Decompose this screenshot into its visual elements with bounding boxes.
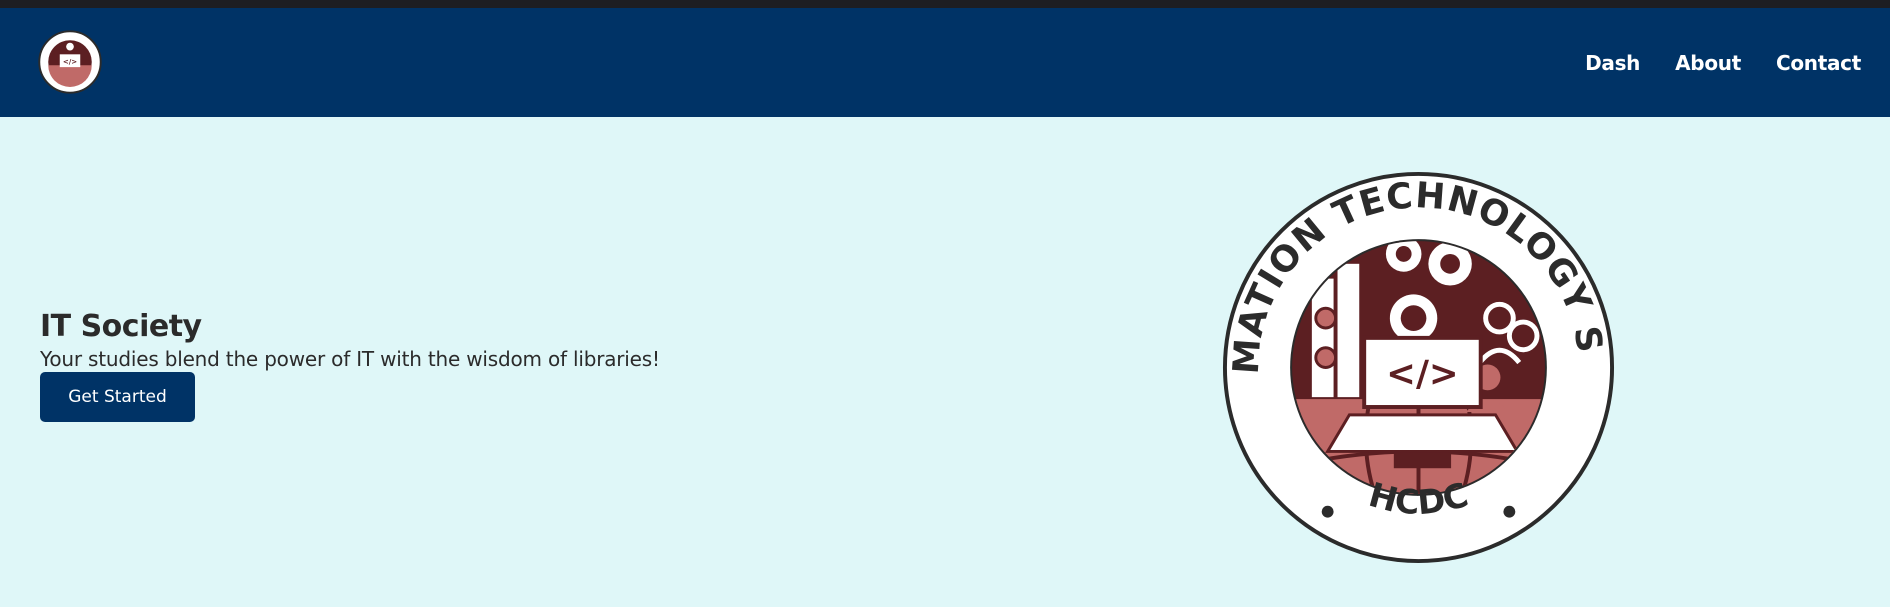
it-society-logo: </> INFORMATION TECHNOLOGY SOCIETY HCDC bbox=[1221, 170, 1615, 564]
top-strip bbox=[0, 0, 1890, 8]
nav-link-contact[interactable]: Contact bbox=[1776, 51, 1861, 75]
nav-links: Dash About Contact bbox=[1585, 8, 1861, 117]
get-started-button[interactable]: Get Started bbox=[40, 372, 195, 422]
navbar: </> Dash About Contact bbox=[0, 8, 1890, 117]
nav-link-dash[interactable]: Dash bbox=[1585, 51, 1640, 75]
hero-subtitle: Your studies blend the power of IT with … bbox=[40, 347, 660, 371]
hero-title: IT Society bbox=[40, 309, 202, 344]
svg-text:</>: </> bbox=[1386, 353, 1459, 394]
svg-text:</>: </> bbox=[63, 57, 77, 66]
nav-link-about[interactable]: About bbox=[1675, 51, 1741, 75]
nav-logo[interactable]: </> bbox=[38, 30, 102, 94]
